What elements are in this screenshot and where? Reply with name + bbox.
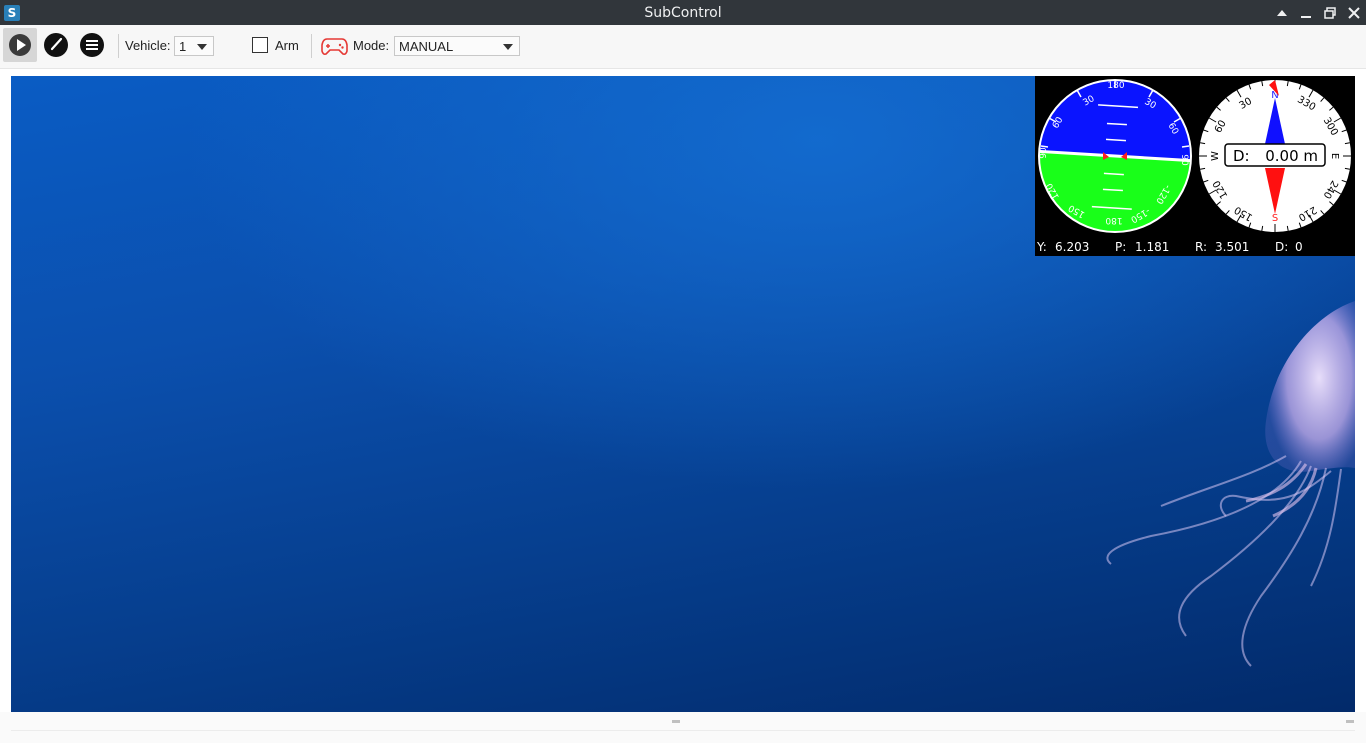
chevron-down-icon (503, 44, 513, 50)
mode-label: Mode: (353, 38, 390, 53)
divider (11, 730, 1355, 731)
arm-label: Arm (275, 38, 299, 53)
depth-readout-label: D: (1275, 240, 1289, 254)
resize-grip[interactable] (1346, 720, 1354, 723)
yaw-value: 6.203 (1055, 240, 1090, 254)
pitch-value: 1.181 (1135, 240, 1170, 254)
toolbar-separator (311, 34, 312, 58)
window-title: SubControl (644, 5, 722, 21)
yaw-label: Y: (1037, 240, 1047, 254)
pitch-readout-label: P: (1115, 240, 1127, 254)
gauge-button[interactable] (39, 28, 73, 62)
menu-button[interactable] (75, 28, 109, 62)
instrument-panel: 30 60 90 90 60 30 180 180 120 150 -120 -… (1035, 76, 1355, 256)
maximize-icon[interactable] (1321, 4, 1339, 22)
toolbar: Vehicle: 1 Arm Mode: MANUAL (0, 25, 1366, 69)
compass-west: W (1210, 151, 1221, 161)
status-area (0, 712, 1366, 743)
depth-readout-value: 0 (1295, 240, 1303, 254)
chevron-down-icon (197, 44, 207, 50)
mode-select[interactable]: MANUAL (394, 36, 520, 56)
close-icon[interactable] (1345, 4, 1363, 22)
pitch-label: 180 (1107, 81, 1124, 91)
splitter-handle[interactable] (672, 720, 680, 723)
menu-icon (80, 33, 104, 57)
pitch-label: 180 (1105, 215, 1122, 225)
compass-south: S (1272, 213, 1278, 224)
gauge-icon (44, 33, 68, 57)
gamepad-icon[interactable] (321, 35, 348, 57)
minimize-icon[interactable] (1297, 4, 1315, 22)
roll-value: 3.501 (1215, 240, 1250, 254)
compass-east: E (1329, 153, 1340, 159)
mode-select-value: MANUAL (399, 39, 454, 54)
vehicle-select[interactable]: 1 (174, 36, 214, 56)
roll-readout-label: R: (1195, 240, 1208, 254)
vehicle-label: Vehicle: (125, 38, 171, 53)
keep-above-icon[interactable] (1273, 4, 1291, 22)
title-bar: S SubControl (0, 0, 1366, 25)
depth-prefix: D: (1233, 147, 1250, 165)
roll-label: 90 (1179, 154, 1189, 166)
play-button[interactable] (3, 28, 37, 62)
vehicle-select-value: 1 (179, 39, 187, 54)
toolbar-separator (118, 34, 119, 58)
depth-value: 0.00 m (1265, 147, 1318, 165)
roll-label: 90 (1039, 147, 1049, 159)
arm-checkbox[interactable] (252, 37, 268, 53)
play-icon (9, 34, 31, 56)
compass: N E S W 30 60 120 150 210 240 300 330 D:… (1199, 80, 1351, 232)
